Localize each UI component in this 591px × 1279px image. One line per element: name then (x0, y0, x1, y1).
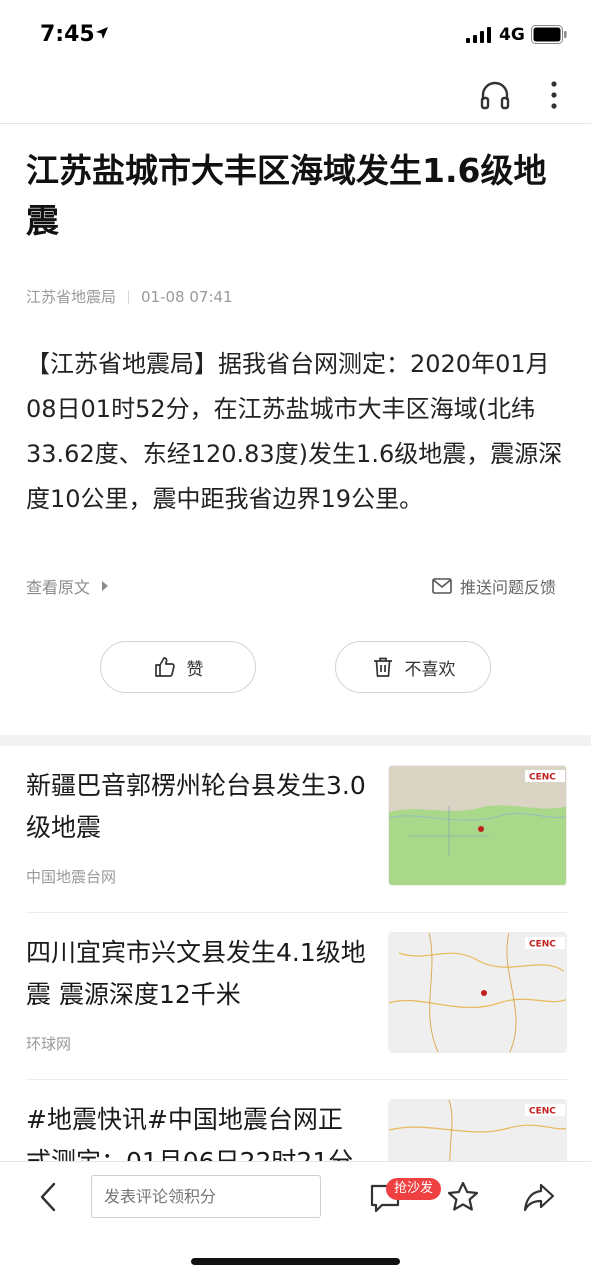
star-icon[interactable] (446, 1180, 480, 1214)
article-title: 江苏盐城市大丰区海域发生1.6级地震 (26, 151, 547, 240)
feedback-link[interactable]: 推送问题反馈 (432, 574, 556, 598)
thumb-label: CENC (529, 773, 556, 783)
home-indicator (191, 1258, 400, 1265)
dislike-button[interactable]: 不喜欢 (335, 641, 491, 693)
top-toolbar (0, 70, 591, 124)
item-divider (26, 1079, 567, 1080)
trash-icon (373, 657, 392, 677)
status-bar: 7:45 4G (0, 0, 591, 70)
comment-input[interactable] (91, 1175, 321, 1218)
map-thumbnail-image: CENC (389, 933, 566, 1052)
bottom-bar: 抢沙发 (0, 1161, 591, 1279)
article-body: 【江苏省地震局】据我省台网测定：2020年01月08日01时52分，在江苏盐城市… (26, 350, 563, 513)
back-arrow-icon[interactable] (34, 1180, 64, 1214)
feedback-label: 推送问题反馈 (460, 578, 557, 597)
thumb-label: CENC (529, 1107, 556, 1117)
caret-right-icon (102, 581, 109, 591)
share-icon[interactable] (522, 1180, 556, 1214)
thumb-label: CENC (529, 940, 556, 950)
sofa-badge: 抢沙发 (386, 1178, 442, 1200)
related-source: 环球网 (26, 1035, 72, 1053)
related-thumbnail[interactable]: CENC (388, 932, 567, 1053)
cellular-signal-icon (466, 27, 491, 43)
related-thumbnail[interactable]: CENC (388, 765, 567, 886)
dislike-label: 不喜欢 (404, 659, 456, 680)
status-time: 7:45 (40, 22, 95, 47)
related-title: 新疆巴音郭楞州轮台县发生3.0级地震 (26, 771, 366, 842)
view-original-link[interactable]: 查看原文 (26, 574, 109, 598)
like-label: 赞 (186, 659, 204, 680)
related-article[interactable]: 新疆巴音郭楞州轮台县发生3.0级地震 中国地震台网 CENC (26, 765, 567, 915)
thumbs-up-icon (154, 657, 175, 677)
article-source[interactable]: 江苏省地震局 (26, 286, 116, 307)
meta-divider (128, 289, 130, 304)
network-type: 4G (499, 25, 525, 45)
location-arrow-icon (96, 27, 108, 39)
mail-icon (432, 578, 452, 594)
item-divider (26, 912, 567, 913)
battery-icon (531, 25, 567, 44)
article-datetime: 01-08 07:41 (141, 287, 233, 306)
map-thumbnail-image: CENC (389, 766, 566, 885)
view-original-label: 查看原文 (26, 578, 91, 597)
related-title: 四川宜宾市兴文县发生4.1级地震 震源深度12千米 (26, 938, 366, 1009)
headphone-icon[interactable] (478, 78, 512, 112)
section-divider (0, 735, 591, 746)
like-button[interactable]: 赞 (100, 641, 256, 693)
related-article[interactable]: 四川宜宾市兴文县发生4.1级地震 震源深度12千米 环球网 CENC (26, 932, 567, 1082)
more-options-icon[interactable] (540, 78, 568, 112)
related-source: 中国地震台网 (26, 868, 117, 886)
article-meta: 江苏省地震局 01-08 07:41 (26, 286, 233, 307)
